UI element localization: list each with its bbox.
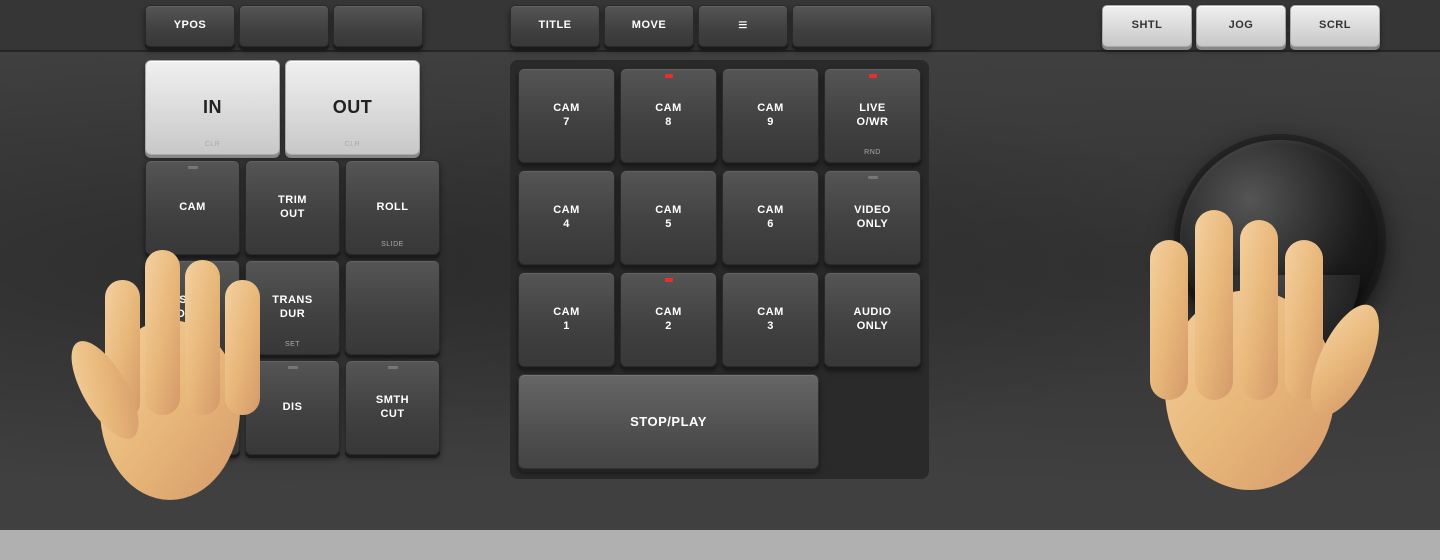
smth-cut-key[interactable]: SMTHCUT [345,360,440,455]
top-keys-right: SHTL JOG SCRL [1102,5,1380,47]
red-indicator [869,74,877,78]
empty-bottom-right [824,374,921,469]
move-key[interactable]: MOVE [604,5,694,47]
cam1-key[interactable]: CAM1 [518,272,615,367]
dash-indicator [868,176,878,179]
cam5-key[interactable]: CAM5 [620,170,717,265]
cam3-key[interactable]: CAM3 [722,272,819,367]
live-owr-key[interactable]: LIVEO/WR RND [824,68,921,163]
right-hand [1070,100,1410,560]
cam-grid: CAM7 CAM8 CAM9 LIVEO/WR RND CAM4 CAM5 [510,60,929,479]
scrl-key[interactable]: SCRL [1290,5,1380,47]
top-key-2[interactable] [239,5,329,47]
cam9-key[interactable]: CAM9 [722,68,819,163]
cam-section: CAM7 CAM8 CAM9 LIVEO/WR RND CAM4 CAM5 [510,60,929,479]
cam7-key[interactable]: CAM7 [518,68,615,163]
audio-only-key[interactable]: AUDIOONLY [824,272,921,367]
menu-key[interactable]: ≡ [698,5,788,47]
title-key[interactable]: TITLE [510,5,600,47]
keyboard-layout: YPOS TITLE MOVE ≡ SHTL JOG SCRL [0,0,1440,530]
blank-key-1[interactable] [345,260,440,355]
video-only-key[interactable]: VIDEOONLY [824,170,921,265]
rnd-sublabel: RND [864,149,881,156]
cam8-key[interactable]: CAM8 [620,68,717,163]
jog-key[interactable]: JOG [1196,5,1286,47]
top-key-3[interactable] [333,5,423,47]
ypos-key[interactable]: YPOS [145,5,235,47]
slide-sublabel: SLIDE [381,241,404,248]
stop-play-key[interactable]: STOP/PLAY [518,374,819,469]
red-indicator [665,278,673,282]
top-keys-center: TITLE MOVE ≡ [510,5,932,47]
dash-indicator [388,366,398,369]
roll-key[interactable]: ROLL SLIDE [345,160,440,255]
red-indicator [665,74,673,78]
cam6-key[interactable]: CAM6 [722,170,819,265]
top-wide-key[interactable] [792,5,932,47]
cam2-key[interactable]: CAM2 [620,272,717,367]
cam4-key[interactable]: CAM4 [518,170,615,265]
top-keys-left: YPOS [145,5,423,47]
left-hand [50,130,330,550]
shtl-key[interactable]: SHTL [1102,5,1192,47]
